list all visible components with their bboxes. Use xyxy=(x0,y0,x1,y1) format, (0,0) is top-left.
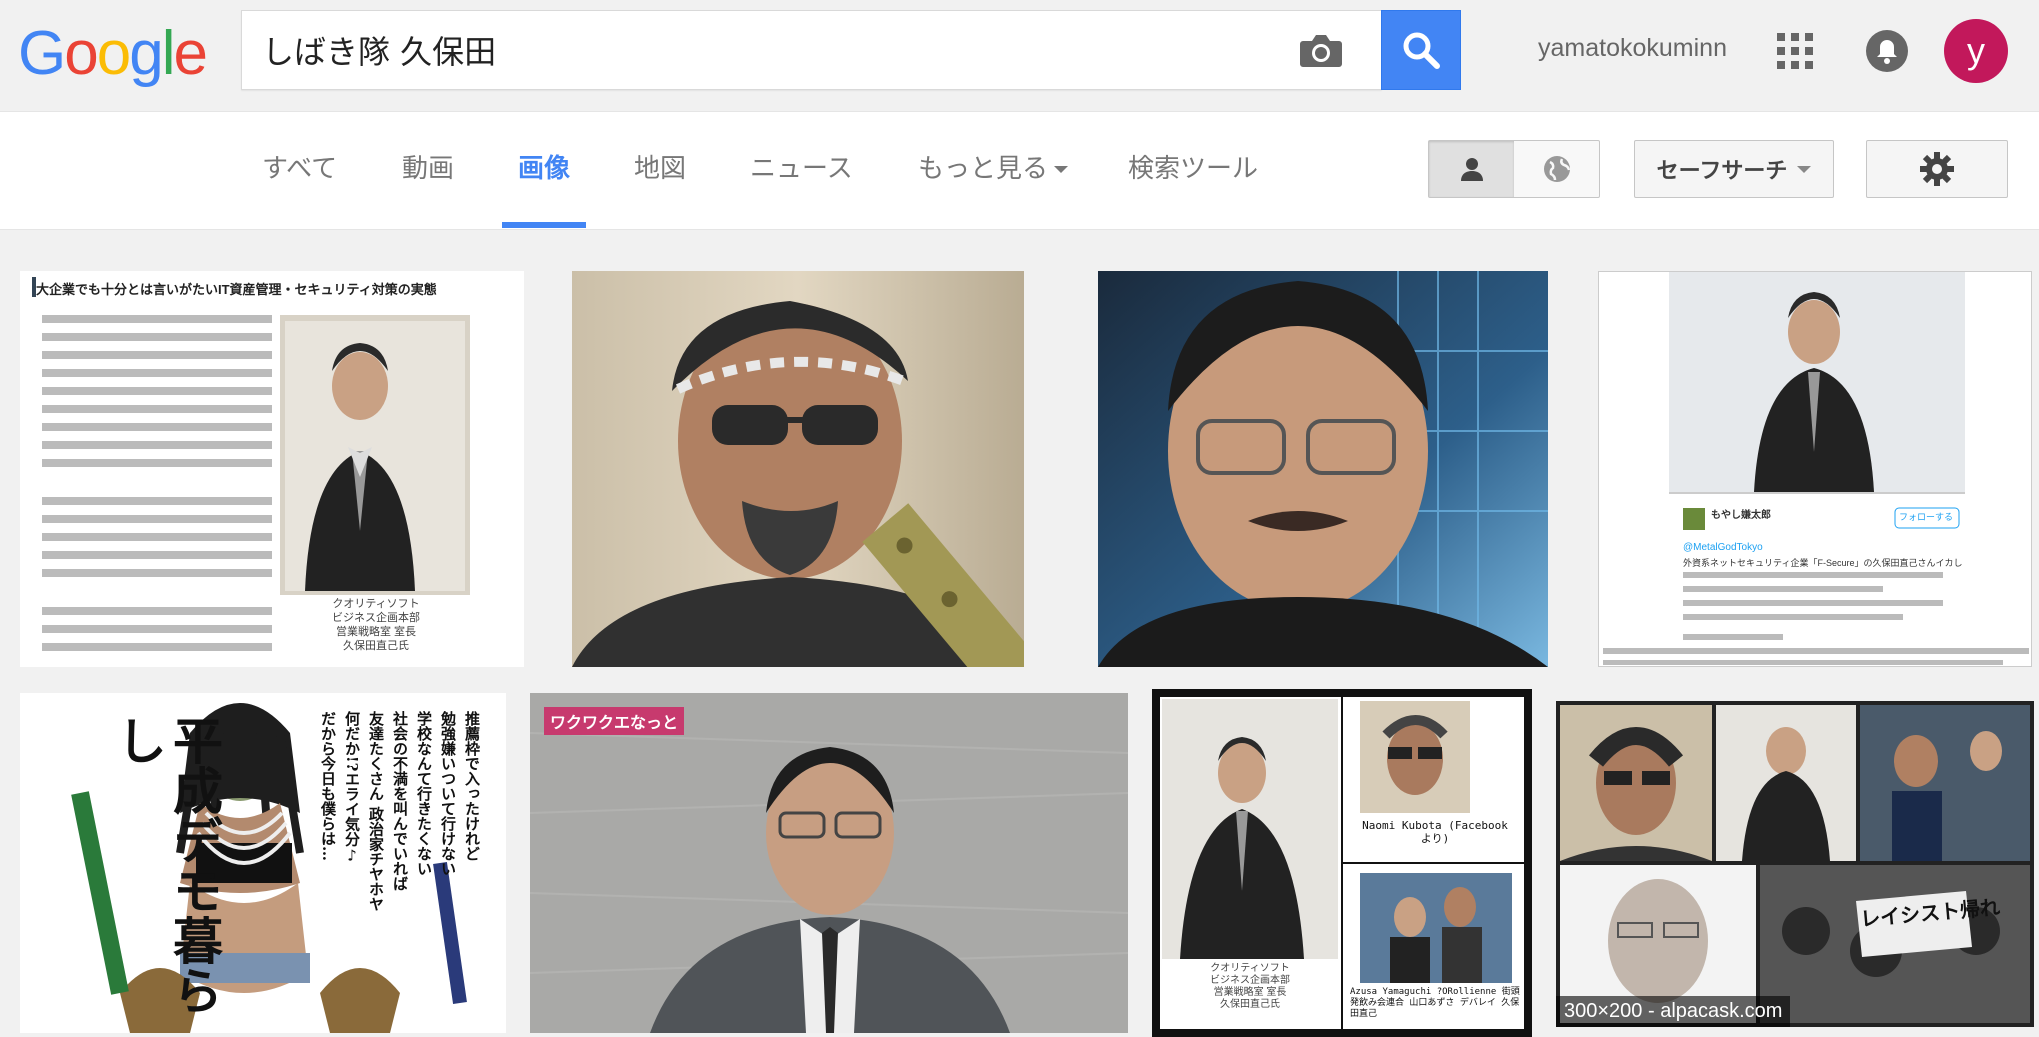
gear-icon xyxy=(1920,152,1954,186)
search-box xyxy=(241,10,1382,90)
tweet-mention: @MetalGodTokyo xyxy=(1683,542,1763,553)
image-results-grid: 大企業でも十分とは言いがたいIT資産管理・セキュリティ対策の実態 クオリティソフ… xyxy=(0,231,2039,1037)
collage-photo-caption: クオリティソフト ビジネス企画本部 営業戦略室 室長 久保田直己氏 xyxy=(1162,963,1338,1011)
caption-line: 営業戦略室 室長 xyxy=(1213,987,1287,998)
globe-icon xyxy=(1543,156,1570,182)
search-icon xyxy=(1403,32,1440,69)
poem-line: だから今日も僕らは… xyxy=(319,711,337,861)
search-tabs-bar: すべて 動画 画像 地図 ニュース もっと見る 検索ツール セーフサーチ xyxy=(0,112,2039,230)
person-icon xyxy=(1460,158,1483,181)
image-result[interactable]: 大企業でも十分とは言いがたいIT資産管理・セキュリティ対策の実態 クオリティソフ… xyxy=(20,271,524,667)
tab-more[interactable]: もっと見る xyxy=(918,148,1069,185)
search-button[interactable] xyxy=(1381,10,1461,90)
person-filter-button[interactable] xyxy=(1429,141,1514,197)
tab-search-tools[interactable]: 検索ツール xyxy=(1128,148,1258,185)
manga-title: 平成デモ暮らし xyxy=(109,715,224,1015)
image-result[interactable]: Naomi Kubota (Facebookより) Azusa Yamaguch… xyxy=(1152,689,1532,1037)
safesearch-label: セーフサーチ xyxy=(1656,159,1788,184)
tab-maps[interactable]: 地図 xyxy=(634,148,686,185)
tab-news[interactable]: ニュース xyxy=(750,148,853,185)
chevron-down-icon xyxy=(1054,166,1069,173)
camera-icon[interactable] xyxy=(1299,31,1343,69)
tab-videos[interactable]: 動画 xyxy=(402,148,454,185)
poem-line: 学校なんて行きたくない xyxy=(415,711,433,876)
logo-letter: g xyxy=(129,19,164,88)
tab-images[interactable]: 画像 xyxy=(518,148,570,185)
manga-poem: 推薦枠で入ったけれど 勉強嫌いついて行けない 学校なんて行きたくない 社会の不満… xyxy=(316,711,484,1011)
account-avatar[interactable]: y xyxy=(1944,19,2008,83)
settings-button[interactable] xyxy=(1866,140,2008,198)
poem-line: 友達たくさん 政治家チヤホヤ xyxy=(367,711,385,912)
safesearch-dropdown[interactable]: セーフサーチ xyxy=(1634,140,1834,198)
follow-button-label: フォローする xyxy=(1899,512,1954,522)
image-result[interactable]: ワクワクエなっと xyxy=(530,693,1128,1033)
tv-badge: ワクワクエなっと xyxy=(544,707,685,735)
top-bar: Google yamatokokuminn y xyxy=(0,0,2039,112)
apps-grid-icon[interactable] xyxy=(1777,33,1813,69)
poem-line: 推薦枠で入ったけれど xyxy=(463,711,481,861)
collage-label-top: Naomi Kubota (Facebookより) xyxy=(1362,819,1508,845)
image-result[interactable]: もやし嫌太郎 フォローする @MetalGodTokyo 外資系ネットセキュリテ… xyxy=(1598,271,2032,667)
caption-line: 久保田直己氏 xyxy=(343,640,409,652)
image-result[interactable]: 平成デモ暮らし 推薦枠で入ったけれど 勉強嫌いついて行けない 学校なんて行きたく… xyxy=(20,693,506,1033)
image-result[interactable] xyxy=(1098,271,1548,667)
tweet-text: 外資系ネットセキュリティ企業「F-Secure」の久保田直己さんイカしてます。 xyxy=(1683,558,1963,568)
tab-all[interactable]: すべて xyxy=(262,148,337,185)
tab-more-label: もっと見る xyxy=(918,154,1049,184)
article-photo-caption: クオリティソフト ビジネス企画本部 営業戦略室 室長 久保田直己氏 xyxy=(286,597,466,653)
notifications-bell-icon[interactable] xyxy=(1866,30,1908,72)
logo-letter: o xyxy=(64,19,99,88)
globe-filter-button[interactable] xyxy=(1514,141,1599,197)
chevron-down-icon xyxy=(1797,165,1812,173)
poem-line: 勉強嫌いついて行けない xyxy=(439,711,457,876)
image-filter-toggle xyxy=(1428,140,1600,198)
logo-letter: e xyxy=(173,19,208,88)
image-result[interactable]: レイシスト帰れ 300×200 - alpacask.com xyxy=(1556,701,2034,1027)
caption-line: 営業戦略室 室長 xyxy=(335,626,417,638)
caption-line: クオリティソフト xyxy=(332,598,420,610)
poem-line: 何だか!?エライ気分♪ xyxy=(343,711,361,865)
collage-label-bottom: Azusa Yamaguchi ?ORollienne 街頭発飲み会連合 山口あ… xyxy=(1350,987,1520,1019)
active-tab-indicator xyxy=(502,222,586,228)
caption-line: 久保田直己氏 xyxy=(1220,999,1280,1010)
tweet-author: もやし嫌太郎 xyxy=(1711,510,1771,521)
caption-line: ビジネス企画本部 xyxy=(1210,975,1290,986)
logo-letter: o xyxy=(96,19,132,88)
search-input[interactable] xyxy=(262,11,1262,89)
poem-line: 社会の不満を叫んでいれば xyxy=(391,711,409,891)
caption-line: ビジネス企画本部 xyxy=(332,612,420,624)
image-dimensions-caption: 300×200 - alpacask.com xyxy=(1556,996,1791,1027)
article-headline: 大企業でも十分とは言いがたいIT資産管理・セキュリティ対策の実態 xyxy=(36,282,437,297)
logo-letter: G xyxy=(18,19,66,88)
image-result[interactable] xyxy=(572,271,1024,667)
logo-letter: l xyxy=(161,19,176,88)
username-link[interactable]: yamatokokuminn xyxy=(1538,34,1727,63)
google-logo[interactable]: Google xyxy=(18,18,208,88)
caption-line: クオリティソフト xyxy=(1210,963,1290,974)
